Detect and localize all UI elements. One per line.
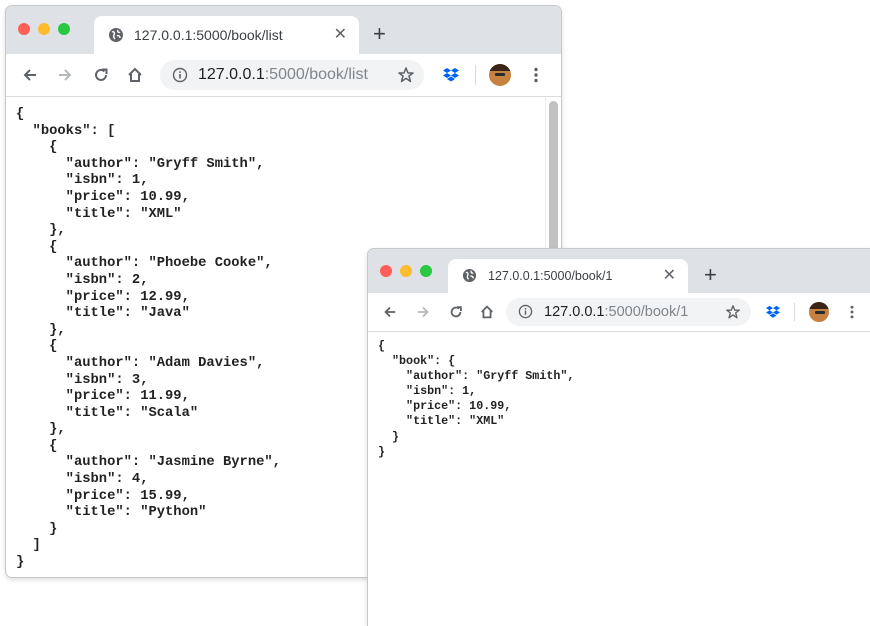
- globe-icon: [108, 27, 124, 43]
- tab-strip: 127.0.0.1:5000/book/list ✕ +: [6, 6, 561, 54]
- url-host: 127.0.0.1: [198, 66, 265, 83]
- tab-title: 127.0.0.1:5000/book/list: [134, 27, 283, 43]
- maximize-window-button[interactable]: [58, 23, 70, 35]
- tab-book-list[interactable]: 127.0.0.1:5000/book/list ✕: [94, 16, 359, 54]
- window-controls: [380, 265, 432, 277]
- kebab-menu-icon[interactable]: [840, 293, 864, 331]
- tab-book-detail[interactable]: 127.0.0.1:5000/book/1 ✕: [448, 259, 688, 293]
- star-icon[interactable]: [394, 54, 418, 96]
- toolbar-divider: [475, 65, 476, 85]
- globe-icon: [462, 268, 478, 284]
- tab-title: 127.0.0.1:5000/book/1: [488, 269, 613, 283]
- maximize-window-button[interactable]: [420, 265, 432, 277]
- url-path: :5000/book/1: [604, 304, 689, 320]
- avatar[interactable]: [807, 293, 831, 331]
- toolbar: 127.0.0.1:5000/book/1: [368, 293, 870, 332]
- info-icon[interactable]: [172, 67, 188, 83]
- close-icon[interactable]: ✕: [334, 27, 347, 43]
- url-text: 127.0.0.1:5000/book/list: [198, 66, 368, 84]
- dropbox-icon[interactable]: [439, 54, 463, 96]
- minimize-window-button[interactable]: [400, 265, 412, 277]
- window-controls: [18, 23, 70, 35]
- back-arrow-icon[interactable]: [378, 293, 402, 331]
- forward-arrow-icon[interactable]: [53, 54, 77, 96]
- home-icon[interactable]: [123, 54, 147, 96]
- plus-icon[interactable]: +: [704, 264, 717, 286]
- home-icon[interactable]: [475, 293, 499, 331]
- close-icon[interactable]: ✕: [663, 268, 676, 284]
- info-icon[interactable]: [518, 304, 534, 320]
- minimize-window-button[interactable]: [38, 23, 50, 35]
- url-path: :5000/book/list: [264, 66, 368, 83]
- toolbar-divider: [794, 303, 795, 321]
- star-icon[interactable]: [721, 293, 745, 331]
- plus-icon[interactable]: +: [373, 23, 386, 45]
- close-window-button[interactable]: [18, 23, 30, 35]
- url-host: 127.0.0.1: [544, 304, 605, 320]
- back-arrow-icon[interactable]: [18, 54, 42, 96]
- reload-icon[interactable]: [444, 293, 468, 331]
- page-content: { "book": { "author": "Gryff Smith", "is…: [368, 332, 870, 626]
- forward-arrow-icon[interactable]: [411, 293, 435, 331]
- kebab-menu-icon[interactable]: [524, 54, 548, 96]
- url-text: 127.0.0.1:5000/book/1: [544, 304, 688, 320]
- tab-strip: 127.0.0.1:5000/book/1 ✕ +: [368, 249, 870, 293]
- scrollbar-thumb[interactable]: [549, 101, 558, 251]
- dropbox-icon[interactable]: [761, 293, 785, 331]
- json-response: { "book": { "author": "Gryff Smith", "is…: [378, 339, 575, 459]
- toolbar: 127.0.0.1:5000/book/list: [6, 54, 561, 97]
- reload-icon[interactable]: [89, 54, 113, 96]
- browser-window-book-detail: 127.0.0.1:5000/book/1 ✕ + 127.0.0.1:5000…: [368, 249, 870, 626]
- close-window-button[interactable]: [380, 265, 392, 277]
- address-bar[interactable]: 127.0.0.1:5000/book/1: [506, 298, 751, 326]
- avatar[interactable]: [488, 54, 512, 96]
- address-bar[interactable]: 127.0.0.1:5000/book/list: [160, 60, 424, 90]
